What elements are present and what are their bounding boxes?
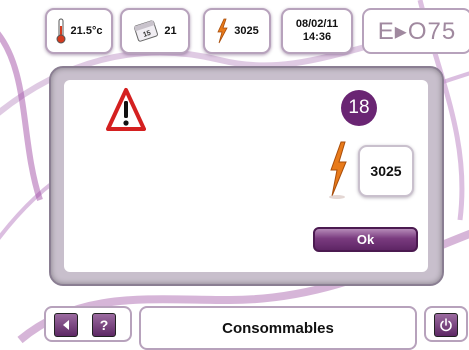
brand-logo: E▸O75	[362, 8, 469, 54]
energy-status: 3025	[203, 8, 271, 54]
ok-button-label: Ok	[356, 232, 375, 247]
power-button-group	[424, 306, 468, 342]
energy-value: 3025	[234, 25, 259, 37]
ok-button[interactable]: Ok	[313, 227, 418, 252]
temperature-value: 21.5°c	[70, 25, 103, 37]
help-icon: ?	[99, 317, 109, 333]
page-title: Consommables	[139, 306, 417, 350]
time-value: 14:36	[302, 31, 332, 43]
arrow-left-icon	[63, 320, 69, 330]
power-icon	[440, 318, 452, 332]
badge-number: 18	[348, 97, 370, 118]
help-button[interactable]: ?	[92, 313, 116, 337]
warning-icon	[106, 88, 146, 131]
lightning-icon	[217, 18, 228, 44]
logo-text: E▸O75	[377, 17, 457, 45]
page-title-text: Consommables	[222, 319, 334, 337]
date-value: 08/02/11	[295, 18, 339, 30]
lightning-large-icon	[329, 141, 347, 199]
calendar-day-value: 21	[164, 25, 177, 37]
temperature-status: 21.5°c	[45, 8, 113, 54]
bottom-bar: ? Consommables	[0, 298, 469, 350]
datetime-status: 08/02/11 14:36	[281, 8, 353, 54]
dialog-value: 3025	[370, 163, 402, 179]
status-bar: 21.5°c 15 21 3025 08/02/11 14:36 E▸O75	[0, 0, 469, 58]
alert-count-badge: 18	[341, 90, 377, 126]
calendar-status: 15 21	[120, 8, 190, 54]
nav-button-group: ?	[44, 306, 132, 342]
thermometer-icon	[56, 18, 66, 44]
calendar-icon: 15	[134, 20, 159, 42]
back-button[interactable]	[54, 313, 78, 337]
power-button[interactable]	[434, 313, 458, 337]
energy-value-display: 3025	[358, 145, 414, 197]
